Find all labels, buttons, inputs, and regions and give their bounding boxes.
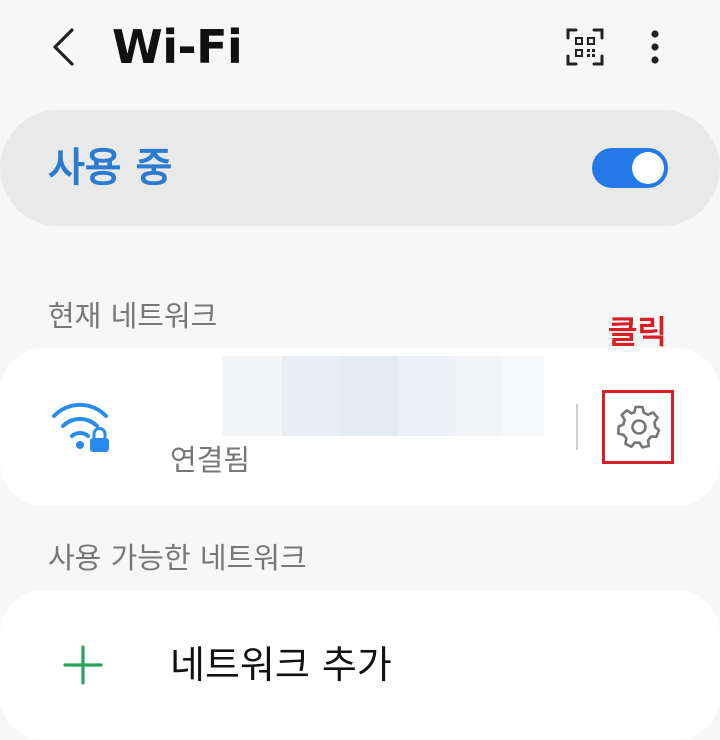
- page-title: Wi-Fi: [112, 20, 243, 74]
- qr-scan-icon: [566, 28, 604, 66]
- chevron-left-icon: [53, 28, 74, 66]
- qr-scan-button[interactable]: [560, 22, 610, 72]
- master-switch-label: 사용 중: [48, 145, 173, 191]
- wifi-master-switch-card[interactable]: 사용 중: [0, 110, 720, 226]
- wifi-lock-icon: [52, 402, 109, 452]
- wifi-toggle-switch[interactable]: [592, 148, 668, 188]
- available-networks-header: 사용 가능한 네트워크: [48, 541, 307, 575]
- more-vertical-icon: [651, 30, 659, 64]
- toggle-knob: [632, 152, 664, 184]
- plus-icon: [63, 645, 103, 685]
- network-name-redacted: [222, 356, 544, 436]
- more-options-button[interactable]: [630, 22, 680, 72]
- add-network-label: 네트워크 추가: [170, 643, 392, 687]
- current-network-item[interactable]: 연결됨: [0, 348, 720, 506]
- item-divider: [576, 404, 578, 450]
- add-network-item[interactable]: 네트워크 추가: [0, 590, 720, 740]
- network-status: 연결됨: [170, 443, 251, 477]
- network-settings-button[interactable]: [602, 389, 676, 465]
- back-button[interactable]: [38, 22, 88, 72]
- top-app-bar: Wi-Fi: [0, 0, 720, 100]
- gear-icon: [616, 405, 661, 449]
- current-network-header: 현재 네트워크: [48, 299, 218, 333]
